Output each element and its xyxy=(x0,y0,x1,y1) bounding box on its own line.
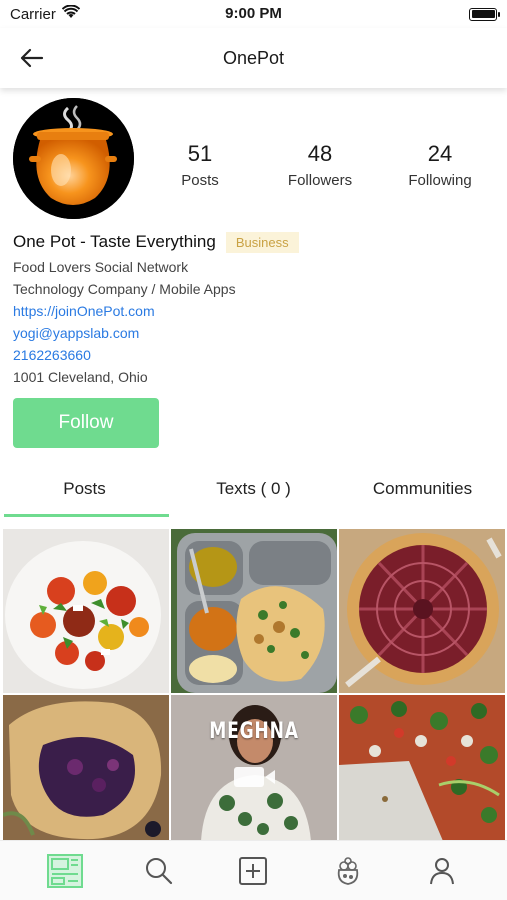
add-post-icon[interactable] xyxy=(233,851,273,891)
stat-posts[interactable]: 51 Posts xyxy=(140,140,260,189)
profile-tabs: Posts Texts ( 0 ) Communities xyxy=(0,462,507,517)
followers-label: Followers xyxy=(287,172,353,189)
post-thumbnail[interactable] xyxy=(171,529,337,693)
navigation-bar: OnePot xyxy=(0,28,507,88)
profile-avatar[interactable] xyxy=(13,98,134,219)
profile-icon[interactable] xyxy=(422,851,462,891)
followers-count: 48 xyxy=(307,141,333,166)
wifi-icon xyxy=(61,4,81,23)
status-bar: Carrier xyxy=(0,0,507,28)
carrier-label: Carrier xyxy=(10,5,56,23)
status-left: Carrier xyxy=(10,4,81,23)
stat-following[interactable]: 24 Following xyxy=(380,140,500,189)
search-icon[interactable] xyxy=(139,851,179,891)
follow-button[interactable]: Follow xyxy=(13,398,159,448)
profile-category: Technology Company / Mobile Apps xyxy=(13,281,236,297)
post-video-thumbnail[interactable]: MEGHNA xyxy=(171,695,337,841)
video-camera-icon xyxy=(234,767,264,787)
following-label: Following xyxy=(408,172,472,189)
tab-communities[interactable]: Communities xyxy=(338,462,507,516)
tab-texts[interactable]: Texts ( 0 ) xyxy=(169,462,338,516)
phone-link[interactable]: 2162263660 xyxy=(13,344,493,366)
name-row: One Pot - Taste Everything Business xyxy=(13,230,493,254)
email-link[interactable]: yogi@yappslab.com xyxy=(13,322,493,344)
profile-name: One Pot - Taste Everything xyxy=(13,232,216,251)
post-thumbnail[interactable] xyxy=(339,695,505,841)
posts-grid: MEGHNA xyxy=(3,529,505,841)
website-link[interactable]: https://joinOnePot.com xyxy=(13,300,493,322)
profile-address: 1001 Cleveland, Ohio xyxy=(13,369,148,385)
bottom-tab-bar xyxy=(0,840,507,900)
posts-count: 51 xyxy=(187,141,213,166)
communities-icon[interactable] xyxy=(328,851,368,891)
battery-icon xyxy=(469,7,500,21)
profile-stats: 51 Posts 48 Followers 24 Following xyxy=(140,140,500,189)
profile-tagline: Food Lovers Social Network xyxy=(13,259,189,275)
post-thumbnail[interactable] xyxy=(3,529,169,693)
onepot-logo-image xyxy=(13,98,134,219)
tab-posts[interactable]: Posts xyxy=(0,462,169,517)
following-count: 24 xyxy=(427,141,453,166)
home-feed-icon[interactable] xyxy=(45,851,85,891)
business-badge: Business xyxy=(225,231,299,253)
stat-followers[interactable]: 48 Followers xyxy=(260,140,380,189)
post-thumbnail[interactable] xyxy=(339,529,505,693)
video-caption: MEGHNA xyxy=(209,719,299,744)
post-thumbnail[interactable] xyxy=(3,695,169,841)
page-title: OnePot xyxy=(222,47,285,68)
profile-info: One Pot - Taste Everything Business Food… xyxy=(13,230,493,388)
posts-label: Posts xyxy=(181,172,219,189)
back-arrow-icon[interactable] xyxy=(18,46,46,70)
